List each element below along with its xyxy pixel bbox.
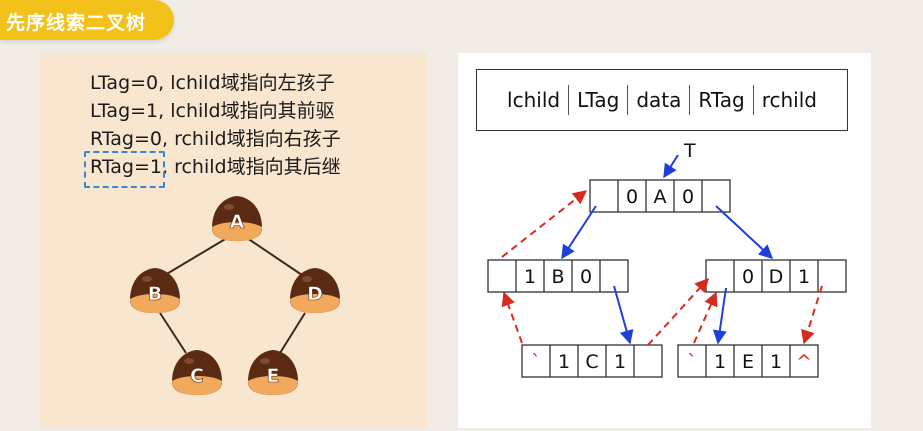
node-data: E (742, 351, 754, 373)
tree-node-b: B (130, 268, 180, 313)
tree-edge-a-b (164, 237, 228, 276)
thread-b-to-a (501, 190, 588, 258)
node-ltag: 1 (558, 351, 570, 373)
child-pointer-b-c (613, 285, 634, 345)
threaded-node-d: 0 D 1 (705, 259, 847, 293)
tree-node-label: C (190, 365, 204, 387)
threaded-node-a: 0 A 0 (589, 179, 731, 213)
node-rtag: 0 (580, 266, 592, 288)
child-pointer-a-b (561, 205, 597, 260)
node-rptr: ^ (796, 351, 812, 373)
node-data: B (551, 266, 564, 288)
root-pointer-label: T (683, 140, 696, 162)
threaded-node-c: ` 1 C 1 (521, 344, 663, 378)
title-badge: 先序线索二叉树 (0, 0, 174, 40)
thread-e-to-d (693, 291, 718, 344)
node-ltag: 1 (524, 266, 536, 288)
node-rtag: 1 (614, 351, 626, 373)
child-pointer-a-d (715, 205, 774, 259)
tree-node-a: A (212, 196, 262, 241)
node-rtag: 0 (682, 186, 694, 208)
threaded-node-e: ` 1 E 1 ^ (677, 344, 819, 378)
node-lptr: ` (531, 351, 541, 373)
node-data: D (769, 266, 784, 288)
tree-node-e: E (248, 350, 298, 395)
node-rtag: 1 (798, 266, 810, 288)
tree-node-label: B (148, 283, 162, 305)
thread-c-to-b (501, 291, 523, 344)
thread-d-to-e (801, 285, 823, 345)
tree-node-label: E (267, 365, 280, 387)
node-ltag: 0 (742, 266, 754, 288)
left-panel: LTag=0, lchild域指向左孩子 LTag=1, lchild域指向其前… (40, 53, 427, 428)
node-lptr: ` (687, 351, 697, 373)
tree-node-label: A (230, 211, 245, 233)
node-data: A (654, 186, 667, 208)
tree-node-d: D (290, 268, 340, 313)
node-ltag: 1 (714, 351, 726, 373)
tree-node-c: C (172, 350, 222, 395)
tree-node-label: D (307, 283, 323, 305)
tree-edge-b-c (159, 312, 187, 354)
thread-c-to-d (647, 277, 709, 346)
tree-edge-d-e (279, 312, 306, 354)
tree-edge-a-d (246, 237, 303, 276)
root-pointer-arrow (663, 154, 679, 179)
right-panel: lchild LTag data RTag rchild T 0 A 0 1 B… (458, 53, 871, 428)
page-title: 先序线索二叉树 (6, 12, 147, 34)
binary-tree: A B D C E (130, 196, 340, 395)
threaded-tree-diagram: T 0 A 0 1 B 0 0 D 1 ` 1 C 1 ` 1 E 1 ^ (487, 140, 847, 378)
node-ltag: 0 (626, 186, 638, 208)
child-pointer-d-e (712, 287, 727, 345)
threaded-node-b: 1 B 0 (487, 259, 629, 293)
node-rtag: 1 (770, 351, 782, 373)
node-data: C (585, 351, 598, 373)
